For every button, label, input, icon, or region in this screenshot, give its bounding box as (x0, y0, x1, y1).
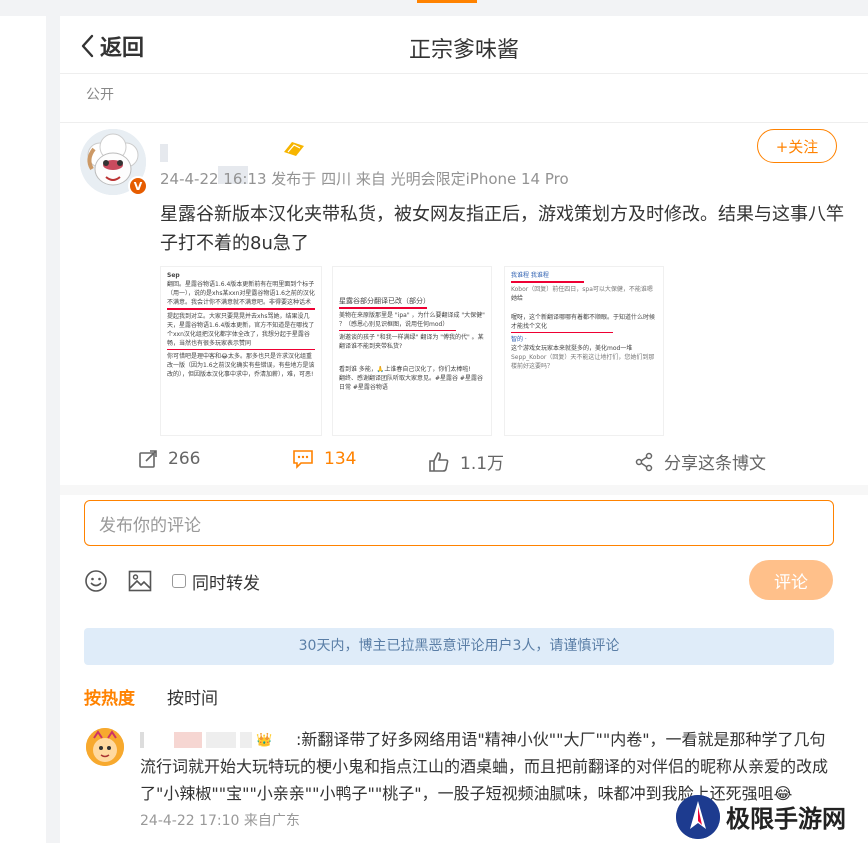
emoji-icon (85, 570, 107, 592)
image-text-line: 看到谁 多能，🙏上谁春自己汉化了，你们太棒啦! (339, 366, 471, 373)
username-redacted[interactable] (160, 144, 248, 184)
highlight-underline (511, 331, 614, 333)
image-text-line: 我谁程 我谁程 (511, 272, 549, 279)
image-text-line: Kobor（回复）前任四日，spa可以大保健，不能谁嗯 (511, 285, 653, 293)
highlight-underline (167, 348, 315, 350)
highlight-underline (339, 329, 456, 331)
page-title: 正宗爹味酱 (408, 38, 519, 63)
highlight-underline (511, 281, 584, 283)
image-text-line: 智的 · (511, 336, 527, 343)
image-text-line: 谢邀谈的孩子 "和我一样满绿" 翻译为 "傅我的代" 。某翻译谁不能到夹带私货? (339, 334, 484, 350)
highlight-underline (339, 307, 427, 309)
image-text-line: 翻终、感谢翻译团队听取大家意见。#星露谷 #星露谷日常 #星露谷物语 (339, 375, 483, 391)
action-bar: 266 134 1.1万 分享这条博文 (60, 441, 868, 483)
image-text-line: 这个游戏女玩家本来就挺多的，美化mod一堆 (511, 345, 633, 352)
post-image-3[interactable]: 我谁程 我谁程 Kobor（回复）前任四日，spa可以大保健，不能谁嗯 她给 喔… (504, 266, 664, 436)
image-text-line: 美物在来原版那里是 "ipa" ，为什么要翻译成 "大保健" ？（感恩心别见识框… (339, 311, 485, 328)
top-strip (0, 0, 868, 8)
tab-sort-time[interactable]: 按时间 (167, 684, 218, 709)
like-count: 1.1万 (460, 454, 505, 474)
image-text-line: 翻回。星露谷物语1.6.4版本更新前有在明里面到个标子（用一），说的是xhs某x… (167, 281, 315, 306)
share-label: 分享这条博文 (664, 454, 766, 474)
thumbs-up-icon (429, 451, 449, 472)
level-icon (282, 140, 306, 163)
emoji-button[interactable] (84, 569, 108, 593)
comment-icon (293, 450, 313, 469)
page-header: 返回 正宗爹味酱 (60, 16, 868, 74)
like-button[interactable]: 1.1万 (428, 449, 504, 474)
watermark-text: 极限手游网 (726, 804, 846, 833)
sort-tabs: 按热度 按时间 (84, 684, 250, 709)
comment-input[interactable]: 发布你的评论 (84, 500, 834, 546)
section-divider (60, 485, 868, 495)
post-image-2[interactable]: 星露谷部分翻译已改（部分） 美物在来原版那里是 "ipa" ，为什么要翻译成 "… (332, 266, 492, 436)
highlight-underline (167, 308, 315, 310)
image-text-line: 喔呀，这个新翻译哪哪有着都不顺眼。于知道什么时候才能找个文化 (511, 313, 656, 330)
tab-sort-hot[interactable]: 按热度 (84, 684, 135, 709)
image-text-line: Sep (167, 272, 180, 279)
post-meta: 24-4-22 16:13 发布于 四川 来自 光明会限定iPhone 14 P… (160, 170, 569, 188)
watermark-logo-icon (676, 794, 720, 839)
repost-count: 266 (168, 449, 201, 469)
image-upload-button[interactable] (128, 570, 152, 592)
cartoon-avatar-icon (86, 728, 124, 766)
follow-button[interactable]: +关注 (757, 129, 837, 163)
image-text-line: 她给 (511, 294, 524, 302)
share-button[interactable]: 分享这条博文 (634, 449, 766, 474)
divider (60, 122, 868, 123)
comment-button[interactable]: 134 (292, 449, 356, 469)
share-icon (635, 452, 653, 471)
submit-comment-button[interactable]: 评论 (749, 560, 833, 600)
repost-checkbox-label: 同时转发 (192, 573, 260, 594)
composer-tools: 同时转发 (84, 561, 280, 601)
repost-checkbox[interactable]: 同时转发 (172, 569, 260, 594)
post-card: 返回 正宗爹味酱 公开 V 24-4-22 16:13 发布于 四川 来自 光明… (60, 16, 868, 843)
notice-banner: 30天内，博主已拉黑恶意评论用户3人，请谨慎评论 (84, 628, 834, 665)
repost-button[interactable]: 266 (138, 449, 200, 469)
post-text: 星露谷新版本汉化夹带私货，被女网友指正后，游戏策划方及时修改。结果与这事八竿子打… (160, 204, 844, 254)
visibility-label: 公开 (86, 87, 114, 103)
checkbox[interactable] (172, 574, 186, 588)
watermark: 极限手游网 (676, 790, 868, 843)
image-text-line: 星露谷部分翻译已改（部分） (339, 297, 430, 305)
verified-badge: V (128, 176, 148, 196)
image-text-line: Sepp_Kobor（回复）天不能这让地打们，您她们到那楼前好这要吗？ (511, 354, 655, 370)
image-icon (128, 570, 152, 592)
image-text-line: 你可惜吧是理中客和😂太多。那多也只是许求汉化组重改一版（因为1.6之前汉化确实有… (167, 353, 315, 378)
repost-icon (139, 450, 157, 468)
image-text-line: 提起我到对立。大家只要晃晃并去xhs骂她，结果没几天，星露谷物语1.6.4版本更… (167, 312, 315, 347)
comment-meta: 24-4-22 17:10 来自广东 (140, 813, 300, 829)
active-tab-indicator (417, 0, 477, 3)
comment-count: 134 (324, 449, 357, 469)
comment-avatar[interactable] (86, 728, 124, 766)
left-panel (0, 16, 46, 843)
post-image-1[interactable]: Sep 翻回。星露谷物语1.6.4版本更新前有在明里面到个标子（用一），说的是x… (160, 266, 322, 436)
